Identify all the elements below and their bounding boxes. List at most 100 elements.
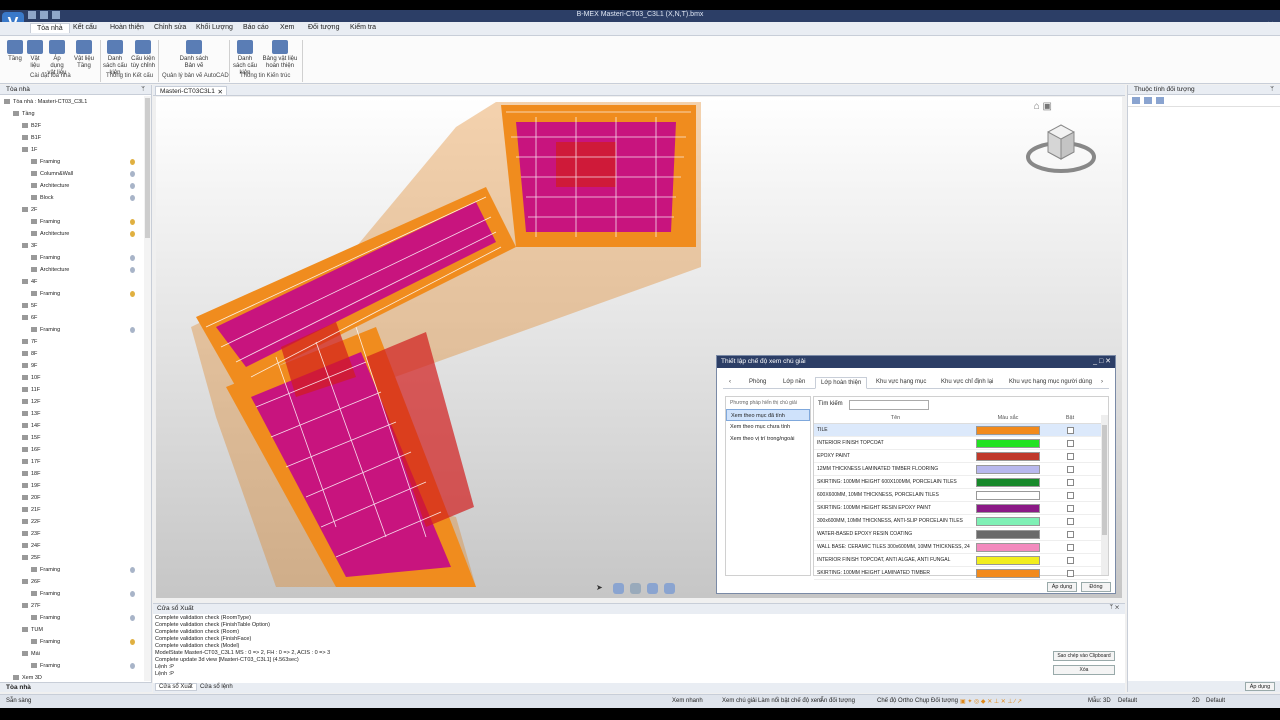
zoom-extents-icon[interactable] [664, 583, 675, 594]
legend-color-cell[interactable] [974, 464, 1042, 474]
legend-row[interactable]: EPOXY PAINT [814, 450, 1108, 463]
apply-button[interactable]: Áp dụng [1047, 582, 1077, 592]
color-swatch[interactable] [976, 542, 1040, 552]
legend-on-checkbox[interactable] [1066, 556, 1074, 564]
snap-tools-icons[interactable]: ▣ ✦ ◎ ◆ ✕ ⊥ ✕ ⊥ ∕ ↗ [960, 698, 1022, 705]
grid-scrollbar[interactable] [1101, 415, 1108, 575]
option-uncalculated[interactable]: Xem theo mục chưa tính [726, 421, 810, 433]
color-swatch[interactable] [976, 425, 1040, 435]
tab-ket-cau[interactable]: Kết cấu [73, 24, 97, 31]
legend-row[interactable]: SKIRTING: 100MM HEIGHT 600X100MM, PORCEL… [814, 476, 1108, 489]
quick-view-toggle[interactable]: Xem nhanh [672, 698, 703, 704]
tree-node[interactable]: Framing [0, 252, 144, 264]
col-on-header[interactable]: Bật [1042, 415, 1098, 423]
color-swatch[interactable] [976, 529, 1040, 539]
pin-icon[interactable]: ᛘ [1270, 86, 1274, 93]
clear-button[interactable]: Xóa [1053, 665, 1115, 675]
sort-alpha-icon[interactable] [1144, 97, 1152, 104]
option-in-out[interactable]: Xem theo vị trí trong/ngoài [726, 433, 810, 445]
tree-node[interactable]: Xem 3D [0, 672, 144, 681]
tree-node[interactable]: Tòa nhà : Masteri-CT03_C3L1 [0, 96, 144, 108]
close-dialog-button[interactable]: Đóng [1081, 582, 1111, 592]
tree-node[interactable]: 6F [0, 312, 144, 324]
tree-node[interactable]: Framing [0, 288, 144, 300]
legend-on-checkbox[interactable] [1066, 543, 1074, 551]
legend-color-cell[interactable] [974, 425, 1042, 435]
color-swatch[interactable] [976, 464, 1040, 474]
tab-khoi-luong[interactable]: Khối Lượng [196, 24, 233, 31]
building-panel-tab[interactable]: Tòa nhà [0, 682, 152, 692]
pin-icon[interactable]: ᛘ [141, 86, 145, 93]
legend-on-checkbox[interactable] [1066, 504, 1074, 512]
tab-khu-vuc-hang-muc[interactable]: Khu vực hạng mục [876, 379, 926, 385]
legend-row[interactable]: INTERIOR FINISH TOPCOAT, ANTI ALGAE, ANT… [814, 554, 1108, 567]
tree-node[interactable]: 10F [0, 372, 144, 384]
tree-node[interactable]: 9F [0, 360, 144, 372]
tree-node[interactable]: Framing [0, 660, 144, 672]
tree-node[interactable]: B2F [0, 120, 144, 132]
tab-chinh-sua[interactable]: Chỉnh sửa [154, 24, 186, 31]
visibility-bulb-icon[interactable] [130, 171, 135, 177]
tree-node[interactable]: Architecture [0, 264, 144, 276]
visibility-bulb-icon[interactable] [130, 615, 135, 621]
close-tab-icon[interactable]: ✕ [218, 88, 223, 96]
tab-xem[interactable]: Xem [280, 24, 294, 31]
highlight-view-toggle[interactable]: Làm nổi bật chế độ xem [758, 698, 822, 704]
legend-color-cell[interactable] [974, 516, 1042, 526]
tree-node[interactable]: 19F [0, 480, 144, 492]
legend-on-checkbox[interactable] [1066, 569, 1074, 577]
legend-row[interactable]: SKIRTING: 100MM HEIGHT RESIN EPOXY PAINT [814, 502, 1108, 515]
legend-color-cell[interactable] [974, 451, 1042, 461]
ribbon-finish-table-button[interactable]: Bảng vật liệu hoàn thiện [261, 40, 299, 70]
tab-kiem-tra[interactable]: Kiểm tra [350, 24, 376, 31]
tab-scroll-right-icon[interactable]: › [1101, 379, 1103, 385]
tree-node[interactable]: 21F [0, 504, 144, 516]
visibility-bulb-icon[interactable] [130, 219, 135, 225]
legend-on-checkbox[interactable] [1066, 478, 1074, 486]
undo-icon[interactable] [28, 11, 36, 19]
legend-row[interactable]: 12MM THICKNESS LAMINATED TIMBER FLOORING [814, 463, 1108, 476]
legend-row[interactable]: 600X600MM, 10MM THICKNESS, PORCELAIN TIL… [814, 489, 1108, 502]
tree-node[interactable]: 7F [0, 336, 144, 348]
legend-on-checkbox[interactable] [1066, 452, 1074, 460]
select-cursor-icon[interactable]: ➤ [596, 583, 607, 594]
tree-node[interactable]: 23F [0, 528, 144, 540]
tree-node[interactable]: 1F [0, 144, 144, 156]
home-view-icon[interactable]: ⌂ ▣ [1034, 101, 1052, 112]
ribbon-floors-button[interactable]: Tầng [6, 40, 24, 63]
ribbon-drawing-list-button[interactable]: Danh sách Bản vẽ [178, 40, 210, 70]
legend-view-toggle[interactable]: Xem chú giải [722, 698, 757, 704]
tree-node[interactable]: TUM [0, 624, 144, 636]
tree-node[interactable]: 27F [0, 600, 144, 612]
tree-node[interactable]: 4F [0, 276, 144, 288]
legend-row[interactable]: 300x600MM, 10MM THICKNESS, ANTI-SLIP POR… [814, 515, 1108, 528]
tree-node[interactable]: Block [0, 192, 144, 204]
hide-object-toggle[interactable]: Ẩn đối tượng [820, 698, 855, 704]
visibility-bulb-icon[interactable] [130, 183, 135, 189]
legend-on-checkbox[interactable] [1066, 439, 1074, 447]
tree-node[interactable]: Framing [0, 612, 144, 624]
legend-color-cell[interactable] [974, 438, 1042, 448]
legend-row[interactable]: WATER-BASED EPOXY RESIN COATING [814, 528, 1108, 541]
tree-node[interactable]: Framing [0, 636, 144, 648]
ribbon-arch-component-list-button[interactable]: Danh sách cấu kiện [232, 40, 258, 77]
tree-node[interactable]: Tầng [0, 108, 144, 120]
copy-clipboard-button[interactable]: Sao chép vào Clipboard [1053, 651, 1115, 661]
property-pages-icon[interactable] [1156, 97, 1164, 104]
search-input[interactable] [849, 400, 929, 410]
tree-node[interactable]: 16F [0, 444, 144, 456]
tree-node[interactable]: 11F [0, 384, 144, 396]
visibility-bulb-icon[interactable] [130, 567, 135, 573]
tree-node[interactable]: 5F [0, 300, 144, 312]
ribbon-material-button[interactable]: Vật liệu [26, 40, 44, 70]
ribbon-floor-material-button[interactable]: Vật liệu Tầng [72, 40, 96, 70]
tree-node[interactable]: 22F [0, 516, 144, 528]
view-cube[interactable] [1026, 117, 1096, 177]
visibility-bulb-icon[interactable] [130, 195, 135, 201]
tree-node[interactable]: Mái [0, 648, 144, 660]
tab-lop-nen[interactable]: Lớp nền [783, 379, 805, 385]
pan-hand-icon[interactable] [630, 583, 641, 594]
tab-toa-nha[interactable]: Tòa nhà [30, 23, 70, 33]
tab-khu-vuc-nguoi-dung[interactable]: Khu vực hạng mục người dùng [1009, 379, 1092, 385]
tree-node[interactable]: 17F [0, 456, 144, 468]
